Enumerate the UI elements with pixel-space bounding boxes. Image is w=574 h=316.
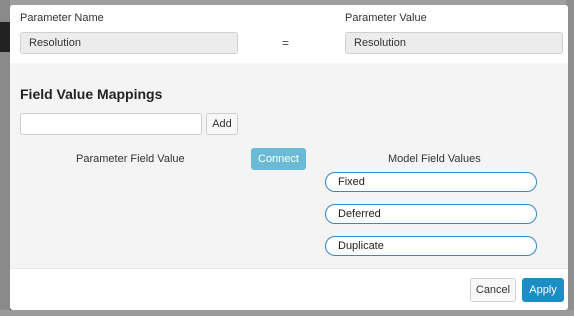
field-mapping-modal: Parameter Name Resolution = Parameter Va…: [10, 5, 568, 310]
parameter-name-field: Resolution: [20, 32, 238, 54]
add-button[interactable]: Add: [206, 113, 238, 135]
backdrop-bottom-strip: [0, 310, 574, 316]
parameter-name-label: Parameter Name: [20, 12, 104, 24]
model-field-value-deferred[interactable]: Deferred: [325, 204, 537, 224]
background-dark-block: [0, 22, 10, 52]
apply-button[interactable]: Apply: [522, 278, 564, 302]
equals-symbol: =: [282, 36, 290, 50]
field-value-mappings-title: Field Value Mappings: [20, 86, 163, 102]
parameter-field-value-header: Parameter Field Value: [76, 153, 185, 165]
cancel-button[interactable]: Cancel: [470, 278, 516, 302]
connect-button[interactable]: Connect: [251, 148, 306, 170]
model-field-values-header: Model Field Values: [388, 153, 481, 165]
parameter-value-label: Parameter Value: [345, 12, 427, 24]
add-value-input[interactable]: [20, 113, 202, 135]
parameter-value-field: Resolution: [345, 32, 563, 54]
model-field-value-duplicate[interactable]: Duplicate: [325, 236, 537, 256]
model-field-value-fixed[interactable]: Fixed: [325, 172, 537, 192]
